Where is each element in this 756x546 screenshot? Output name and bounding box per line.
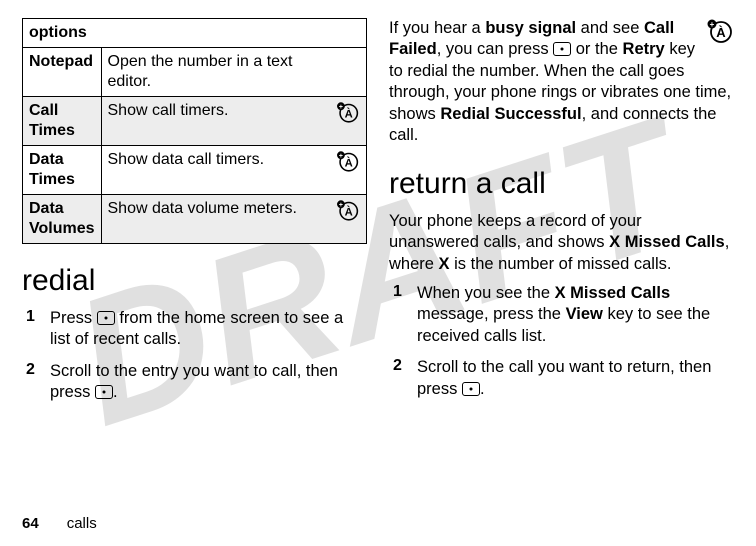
text: Scroll to the entry you want to call, th… xyxy=(50,362,338,401)
busy-signal-label: busy signal xyxy=(485,19,576,37)
text: Press xyxy=(50,309,97,327)
text: is the number of missed calls. xyxy=(450,255,672,273)
option-description: Show data volume meters. À+ xyxy=(101,195,367,244)
text: Show call timers. xyxy=(108,102,229,119)
page-footer: 64 calls xyxy=(22,515,97,532)
svg-text:À: À xyxy=(716,25,726,40)
x-missed-calls-label: X Missed Calls xyxy=(609,233,725,251)
right-column: À+ If you hear a busy signal and see Cal… xyxy=(389,18,734,414)
step-text: When you see the X Missed Calls message,… xyxy=(417,283,734,347)
redial-successful-label: Redial Successful xyxy=(440,105,581,123)
step-number: 1 xyxy=(26,308,40,351)
page-columns: options NotepadOpen the number in a text… xyxy=(0,0,756,414)
svg-text:+: + xyxy=(710,20,715,29)
redial-heading: redial xyxy=(22,264,367,298)
operator-dependent-icon: À+ xyxy=(334,150,360,172)
svg-text:À: À xyxy=(345,107,353,120)
text: Open the number in a text editor. xyxy=(108,53,293,90)
option-label: Call Times xyxy=(23,97,102,146)
step-number: 2 xyxy=(26,361,40,404)
left-column: options NotepadOpen the number in a text… xyxy=(22,18,367,414)
return-step-1: 1 When you see the X Missed Calls messag… xyxy=(389,283,734,347)
text: Show data volume meters. xyxy=(108,200,297,217)
options-table: options NotepadOpen the number in a text… xyxy=(22,18,367,244)
table-row: NotepadOpen the number in a text editor. xyxy=(23,48,367,97)
operator-dependent-icon: À+ xyxy=(334,199,360,221)
redial-step-1: 1 Press from the home screen to see a li… xyxy=(22,308,367,351)
operator-dependent-icon: À+ xyxy=(334,101,360,123)
text: , you can press xyxy=(437,40,553,58)
text: and see xyxy=(576,19,644,37)
option-description: Show data call timers. À+ xyxy=(101,146,367,195)
option-description: Show call timers. À+ xyxy=(101,97,367,146)
step-text: Press from the home screen to see a list… xyxy=(50,308,367,351)
call-key-icon xyxy=(553,42,571,56)
option-label: Data Times xyxy=(23,146,102,195)
table-row: Data Volumes Show data volume meters. À+ xyxy=(23,195,367,244)
text: Your phone keeps a record of your unansw… xyxy=(389,212,642,251)
redial-step-2: 2 Scroll to the entry you want to call, … xyxy=(22,361,367,404)
intro-paragraph: À+ If you hear a busy signal and see Cal… xyxy=(389,18,734,147)
text: If you hear a xyxy=(389,19,485,37)
svg-text:+: + xyxy=(339,104,343,111)
option-label: Notepad xyxy=(23,48,102,97)
retry-label: Retry xyxy=(623,40,665,58)
step-number: 1 xyxy=(393,283,407,347)
step-text: Scroll to the call you want to return, t… xyxy=(417,357,734,400)
text: When you see the xyxy=(417,284,555,302)
option-label: Data Volumes xyxy=(23,195,102,244)
x-missed-calls-label: X Missed Calls xyxy=(555,284,671,302)
page-number: 64 xyxy=(22,515,39,532)
text: message, press the xyxy=(417,305,566,323)
svg-text:+: + xyxy=(339,202,343,209)
x-label: X xyxy=(439,255,450,273)
call-key-icon xyxy=(95,385,113,399)
call-key-icon xyxy=(97,311,115,325)
section-name: calls xyxy=(67,515,97,532)
text: . xyxy=(113,383,118,401)
operator-dependent-icon: À+ xyxy=(704,18,734,44)
step-text: Scroll to the entry you want to call, th… xyxy=(50,361,367,404)
table-row: Data Times Show data call timers. À+ xyxy=(23,146,367,195)
return-step-2: 2 Scroll to the call you want to return,… xyxy=(389,357,734,400)
view-key-label: View xyxy=(566,305,603,323)
table-row: Call Times Show call timers. À+ xyxy=(23,97,367,146)
svg-text:À: À xyxy=(345,156,353,169)
option-description: Open the number in a text editor. xyxy=(101,48,367,97)
text: Show data call timers. xyxy=(108,151,265,168)
step-number: 2 xyxy=(393,357,407,400)
text: . xyxy=(480,380,485,398)
svg-text:À: À xyxy=(345,205,353,218)
text: or the xyxy=(571,40,622,58)
svg-text:+: + xyxy=(339,153,343,160)
call-key-icon xyxy=(462,382,480,396)
return-call-body: Your phone keeps a record of your unansw… xyxy=(389,211,734,275)
options-header: options xyxy=(23,19,367,48)
return-call-heading: return a call xyxy=(389,167,734,201)
